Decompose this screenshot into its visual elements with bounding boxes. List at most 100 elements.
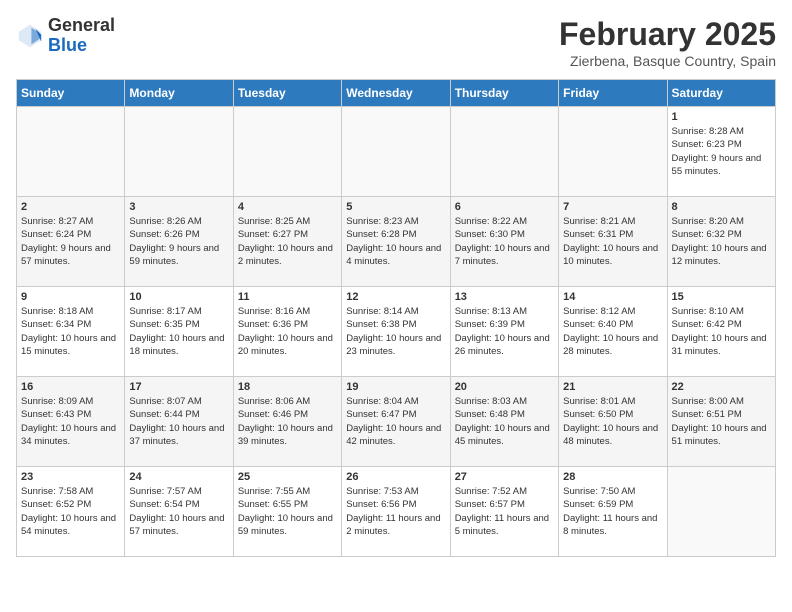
day-info: Sunrise: 8:16 AM Sunset: 6:36 PM Dayligh… (238, 305, 337, 358)
calendar-cell (342, 107, 450, 197)
day-info: Sunrise: 8:07 AM Sunset: 6:44 PM Dayligh… (129, 395, 228, 448)
day-header-monday: Monday (125, 80, 233, 107)
day-info: Sunrise: 7:52 AM Sunset: 6:57 PM Dayligh… (455, 485, 554, 538)
calendar-week-4: 16Sunrise: 8:09 AM Sunset: 6:43 PM Dayli… (17, 377, 776, 467)
calendar-cell (667, 467, 775, 557)
header: General Blue February 2025 Zierbena, Bas… (16, 16, 776, 69)
calendar-cell: 24 Sunrise: 7:57 AM Sunset: 6:54 PM Dayli… (125, 467, 233, 557)
logo-blue-text: Blue (48, 35, 87, 55)
day-number: 20 (455, 381, 554, 393)
calendar-cell: 1 Sunrise: 8:28 AM Sunset: 6:23 PM Daylig… (667, 107, 775, 197)
logo: General Blue (16, 16, 115, 56)
day-info: Sunrise: 8:03 AM Sunset: 6:48 PM Dayligh… (455, 395, 554, 448)
calendar-cell: 9Sunrise: 8:18 AM Sunset: 6:34 PM Daylig… (17, 287, 125, 377)
day-number: 14 (563, 291, 662, 303)
day-header-saturday: Saturday (667, 80, 775, 107)
day-info: Sunrise: 8:26 AM Sunset: 6:26 PM Dayligh… (129, 215, 228, 268)
day-number: 16 (21, 381, 120, 393)
day-number: 26 (346, 471, 445, 483)
day-info: Sunrise: 8:14 AM Sunset: 6:38 PM Dayligh… (346, 305, 445, 358)
day-header-friday: Friday (559, 80, 667, 107)
calendar-cell: 3 Sunrise: 8:26 AM Sunset: 6:26 PM Daylig… (125, 197, 233, 287)
calendar-cell: 15Sunrise: 8:10 AM Sunset: 6:42 PM Dayli… (667, 287, 775, 377)
calendar-title: February 2025 (559, 16, 776, 53)
calendar-week-5: 23 Sunrise: 7:58 AM Sunset: 6:52 PM Dayli… (17, 467, 776, 557)
day-info: Sunrise: 8:28 AM Sunset: 6:23 PM Dayligh… (672, 125, 771, 178)
calendar-body: 1 Sunrise: 8:28 AM Sunset: 6:23 PM Daylig… (17, 107, 776, 557)
calendar-cell: 8 Sunrise: 8:20 AM Sunset: 6:32 PM Daylig… (667, 197, 775, 287)
day-number: 23 (21, 471, 120, 483)
day-number: 25 (238, 471, 337, 483)
day-info: Sunrise: 7:50 AM Sunset: 6:59 PM Dayligh… (563, 485, 662, 538)
day-number: 24 (129, 471, 228, 483)
day-number: 13 (455, 291, 554, 303)
day-number: 6 (455, 201, 554, 213)
day-number: 7 (563, 201, 662, 213)
calendar-cell: 21Sunrise: 8:01 AM Sunset: 6:50 PM Dayli… (559, 377, 667, 467)
day-info: Sunrise: 8:06 AM Sunset: 6:46 PM Dayligh… (238, 395, 337, 448)
calendar-week-3: 9Sunrise: 8:18 AM Sunset: 6:34 PM Daylig… (17, 287, 776, 377)
day-info: Sunrise: 8:27 AM Sunset: 6:24 PM Dayligh… (21, 215, 120, 268)
calendar-cell (559, 107, 667, 197)
day-number: 17 (129, 381, 228, 393)
day-number: 27 (455, 471, 554, 483)
calendar-cell: 26Sunrise: 7:53 AM Sunset: 6:56 PM Dayli… (342, 467, 450, 557)
day-header-wednesday: Wednesday (342, 80, 450, 107)
calendar-cell: 22 Sunrise: 8:00 AM Sunset: 6:51 PM Dayli… (667, 377, 775, 467)
calendar-cell (450, 107, 558, 197)
calendar-cell: 11 Sunrise: 8:16 AM Sunset: 6:36 PM Dayli… (233, 287, 341, 377)
calendar-cell (233, 107, 341, 197)
day-number: 5 (346, 201, 445, 213)
calendar-subtitle: Zierbena, Basque Country, Spain (559, 53, 776, 69)
calendar-cell: 18 Sunrise: 8:06 AM Sunset: 6:46 PM Dayli… (233, 377, 341, 467)
calendar-week-2: 2Sunrise: 8:27 AM Sunset: 6:24 PM Daylig… (17, 197, 776, 287)
day-info: Sunrise: 7:55 AM Sunset: 6:55 PM Dayligh… (238, 485, 337, 538)
day-info: Sunrise: 8:23 AM Sunset: 6:28 PM Dayligh… (346, 215, 445, 268)
calendar-cell (17, 107, 125, 197)
day-number: 10 (129, 291, 228, 303)
calendar-cell: 5 Sunrise: 8:23 AM Sunset: 6:28 PM Daylig… (342, 197, 450, 287)
day-number: 4 (238, 201, 337, 213)
day-number: 28 (563, 471, 662, 483)
day-info: Sunrise: 8:00 AM Sunset: 6:51 PM Dayligh… (672, 395, 771, 448)
day-number: 19 (346, 381, 445, 393)
day-header-thursday: Thursday (450, 80, 558, 107)
calendar-cell (125, 107, 233, 197)
calendar-cell: 19 Sunrise: 8:04 AM Sunset: 6:47 PM Dayli… (342, 377, 450, 467)
day-info: Sunrise: 8:12 AM Sunset: 6:40 PM Dayligh… (563, 305, 662, 358)
day-number: 15 (672, 291, 771, 303)
day-info: Sunrise: 8:22 AM Sunset: 6:30 PM Dayligh… (455, 215, 554, 268)
day-info: Sunrise: 8:20 AM Sunset: 6:32 PM Dayligh… (672, 215, 771, 268)
title-area: February 2025 Zierbena, Basque Country, … (559, 16, 776, 69)
day-number: 12 (346, 291, 445, 303)
calendar-cell: 23 Sunrise: 7:58 AM Sunset: 6:52 PM Dayli… (17, 467, 125, 557)
day-info: Sunrise: 8:13 AM Sunset: 6:39 PM Dayligh… (455, 305, 554, 358)
day-number: 3 (129, 201, 228, 213)
day-info: Sunrise: 7:57 AM Sunset: 6:54 PM Dayligh… (129, 485, 228, 538)
calendar-cell: 6 Sunrise: 8:22 AM Sunset: 6:30 PM Daylig… (450, 197, 558, 287)
calendar-cell: 7 Sunrise: 8:21 AM Sunset: 6:31 PM Daylig… (559, 197, 667, 287)
calendar-cell: 27 Sunrise: 7:52 AM Sunset: 6:57 PM Dayli… (450, 467, 558, 557)
day-info: Sunrise: 8:17 AM Sunset: 6:35 PM Dayligh… (129, 305, 228, 358)
logo-icon (16, 22, 44, 50)
day-info: Sunrise: 7:58 AM Sunset: 6:52 PM Dayligh… (21, 485, 120, 538)
day-number: 18 (238, 381, 337, 393)
day-number: 8 (672, 201, 771, 213)
day-info: Sunrise: 8:25 AM Sunset: 6:27 PM Dayligh… (238, 215, 337, 268)
day-header-sunday: Sunday (17, 80, 125, 107)
calendar-header-row: SundayMondayTuesdayWednesdayThursdayFrid… (17, 80, 776, 107)
calendar-table: SundayMondayTuesdayWednesdayThursdayFrid… (16, 79, 776, 557)
day-number: 22 (672, 381, 771, 393)
calendar-cell: 10 Sunrise: 8:17 AM Sunset: 6:35 PM Dayli… (125, 287, 233, 377)
calendar-cell: 28 Sunrise: 7:50 AM Sunset: 6:59 PM Dayli… (559, 467, 667, 557)
day-number: 11 (238, 291, 337, 303)
day-number: 1 (672, 111, 771, 123)
calendar-cell: 4 Sunrise: 8:25 AM Sunset: 6:27 PM Daylig… (233, 197, 341, 287)
calendar-cell: 20 Sunrise: 8:03 AM Sunset: 6:48 PM Dayli… (450, 377, 558, 467)
calendar-cell: 16Sunrise: 8:09 AM Sunset: 6:43 PM Dayli… (17, 377, 125, 467)
day-info: Sunrise: 8:04 AM Sunset: 6:47 PM Dayligh… (346, 395, 445, 448)
day-info: Sunrise: 8:18 AM Sunset: 6:34 PM Dayligh… (21, 305, 120, 358)
calendar-cell: 13 Sunrise: 8:13 AM Sunset: 6:39 PM Dayli… (450, 287, 558, 377)
day-info: Sunrise: 8:21 AM Sunset: 6:31 PM Dayligh… (563, 215, 662, 268)
calendar-cell: 12 Sunrise: 8:14 AM Sunset: 6:38 PM Dayli… (342, 287, 450, 377)
